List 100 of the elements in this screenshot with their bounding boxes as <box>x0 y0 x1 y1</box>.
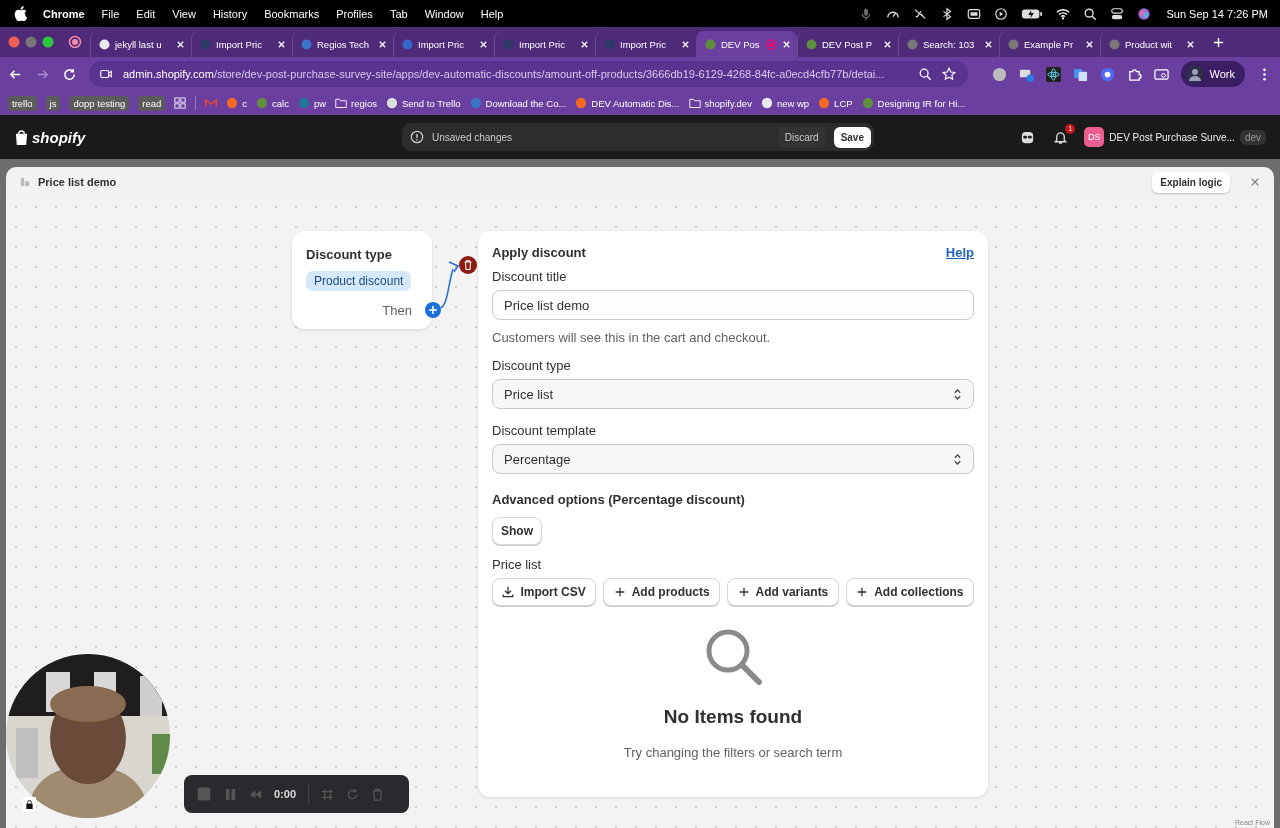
favicon-icon <box>705 38 716 50</box>
field-label: Discount template <box>492 423 598 438</box>
search-tab-icon[interactable] <box>1153 66 1169 82</box>
bookmark-chip[interactable]: js <box>45 95 61 111</box>
app-icon <box>20 177 30 187</box>
muted-icon[interactable] <box>913 6 928 21</box>
plus-icon <box>737 586 750 598</box>
store-name: DEV Post Purchase Surve... <box>1109 131 1235 143</box>
menu-item[interactable]: Edit <box>136 7 156 20</box>
bookmark-link[interactable]: DEV Automatic Dis... <box>575 97 680 109</box>
action-button[interactable]: Add variants <box>727 578 839 606</box>
node-title: Apply discount <box>492 245 586 260</box>
profile-button[interactable]: Work <box>1180 61 1245 87</box>
add-step-icon[interactable] <box>425 302 441 318</box>
discard-button[interactable]: Discard <box>777 126 826 148</box>
search-icon[interactable] <box>1083 6 1098 21</box>
toggle-icon[interactable] <box>1110 6 1125 21</box>
delete-icon[interactable] <box>459 256 477 274</box>
help-text: Customers will see this in the cart and checkout. <box>492 330 772 345</box>
favicon-icon <box>301 38 312 50</box>
field-label: Price list <box>492 557 543 572</box>
bookmark-chip[interactable]: read <box>138 95 166 111</box>
clock[interactable]: Sun Sep 14 7:26 PM <box>1166 7 1268 20</box>
address-bar[interactable]: admin.shopify.com/store/dev-post-purchase-survey-site/apps/dev-automatic-discounts/amount-off-products/3666db19-6129-4268-84fc-a0ecd4cfb77b/detai... <box>89 61 968 87</box>
menu-item[interactable]: File <box>101 7 120 20</box>
bookmark-link[interactable]: new wp <box>760 97 810 109</box>
download-icon <box>502 586 515 598</box>
apple-icon[interactable] <box>14 6 27 21</box>
plus-icon <box>856 586 869 598</box>
bookmark-link[interactable]: Send to Trello <box>385 97 461 109</box>
apps-grid-icon[interactable] <box>174 97 187 109</box>
action-button[interactable]: Add collections <box>845 578 974 606</box>
bookmark-link[interactable]: calc <box>256 97 289 109</box>
puzzle-icon[interactable] <box>1126 66 1142 82</box>
favicon-icon <box>1109 38 1120 50</box>
favicon-icon <box>818 97 831 109</box>
help-link[interactable]: Help <box>945 245 974 260</box>
star-icon[interactable] <box>941 67 956 81</box>
chevron-icon <box>953 452 962 466</box>
translate-icon[interactable] <box>1072 66 1088 82</box>
react-icon[interactable] <box>1045 66 1061 82</box>
section-heading: Advanced options (Percentage discount) <box>492 492 746 507</box>
battery-icon[interactable] <box>1021 6 1044 21</box>
favicon-icon <box>256 97 268 109</box>
favicon-icon <box>503 38 514 50</box>
connector-arrow <box>440 261 459 309</box>
favicon-icon <box>760 97 773 109</box>
action-button[interactable]: Add products <box>603 578 721 606</box>
bookmark-chip[interactable]: dopp testing <box>69 95 130 111</box>
menu-item[interactable]: Window <box>424 7 464 20</box>
favicon-icon <box>226 97 239 109</box>
menu-item[interactable]: Bookmarks <box>264 7 320 20</box>
bookmark-link[interactable]: LCP <box>818 97 853 109</box>
orb-icon[interactable] <box>1137 6 1152 21</box>
browser-tab[interactable]: DEV Pos <box>696 31 797 57</box>
save-button[interactable]: Save <box>833 126 871 148</box>
bookmark-link[interactable]: Designing IR for Hi... <box>861 97 966 109</box>
menu-app-name[interactable]: Chrome <box>43 7 85 20</box>
bookmark-folder[interactable]: shopify.dev <box>688 97 752 109</box>
site-info-icon[interactable] <box>99 67 113 81</box>
favicon-icon <box>402 38 413 50</box>
record-icon[interactable] <box>68 35 82 49</box>
chevron-icon <box>953 387 962 401</box>
text-field[interactable]: Price list demo <box>492 290 974 320</box>
show-button[interactable]: Show <box>492 517 542 545</box>
incognito-icon[interactable] <box>1020 129 1036 145</box>
bookmark-link[interactable]: pw <box>297 97 327 109</box>
favicon-icon <box>575 97 588 109</box>
select-field[interactable]: Percentage <box>492 444 974 474</box>
play-icon[interactable] <box>994 6 1009 21</box>
bookmark-folder[interactable]: regios <box>335 97 377 109</box>
favicon-icon <box>604 38 615 50</box>
menu-item[interactable]: Profiles <box>336 7 373 20</box>
discount-type-tag: Product discount <box>306 271 412 291</box>
field-label: Discount type <box>492 358 572 373</box>
shopping-bag-icon[interactable] <box>14 128 29 146</box>
window-controls-icon[interactable] <box>8 36 54 48</box>
bookmark-link[interactable]: Download the Co... <box>469 97 567 109</box>
select-field[interactable]: Price list <box>492 379 974 409</box>
display-icon[interactable] <box>967 6 982 21</box>
menu-item[interactable]: History <box>212 7 248 20</box>
zoom-icon[interactable] <box>917 67 932 81</box>
menu-item[interactable]: View <box>172 7 196 20</box>
bell-icon[interactable] <box>1053 129 1069 145</box>
trigger-node[interactable]: Discount type Product discount Then <box>292 231 432 329</box>
logo-text[interactable]: shopify <box>32 128 86 146</box>
menu-item[interactable]: Tab <box>389 7 408 20</box>
wifi-icon[interactable] <box>1056 6 1071 21</box>
explain-logic-button[interactable]: Explain logic <box>1152 171 1230 193</box>
new-tab-icon[interactable] <box>1213 36 1224 48</box>
url-text: admin.shopify.com/store/dev-post-purchase-survey-site/apps/dev-automatic-discounts/amount-off-products/3666db19-6129-4268-84fc-a0ecd4cfb77b/detai... <box>123 68 886 80</box>
menu-item[interactable]: Help <box>480 7 504 20</box>
action-button[interactable]: Import CSV <box>492 578 597 606</box>
bookmark-link[interactable]: c <box>226 97 247 109</box>
reload-icon[interactable] <box>62 66 77 82</box>
store-menu[interactable]: DS DEV Post Purchase Surve... dev <box>1084 127 1266 147</box>
extension-icon[interactable] <box>991 66 1007 82</box>
environment-badge: dev <box>1239 129 1266 145</box>
bookmark-chip[interactable]: trello <box>8 95 37 111</box>
restart-icon[interactable] <box>346 787 360 801</box>
